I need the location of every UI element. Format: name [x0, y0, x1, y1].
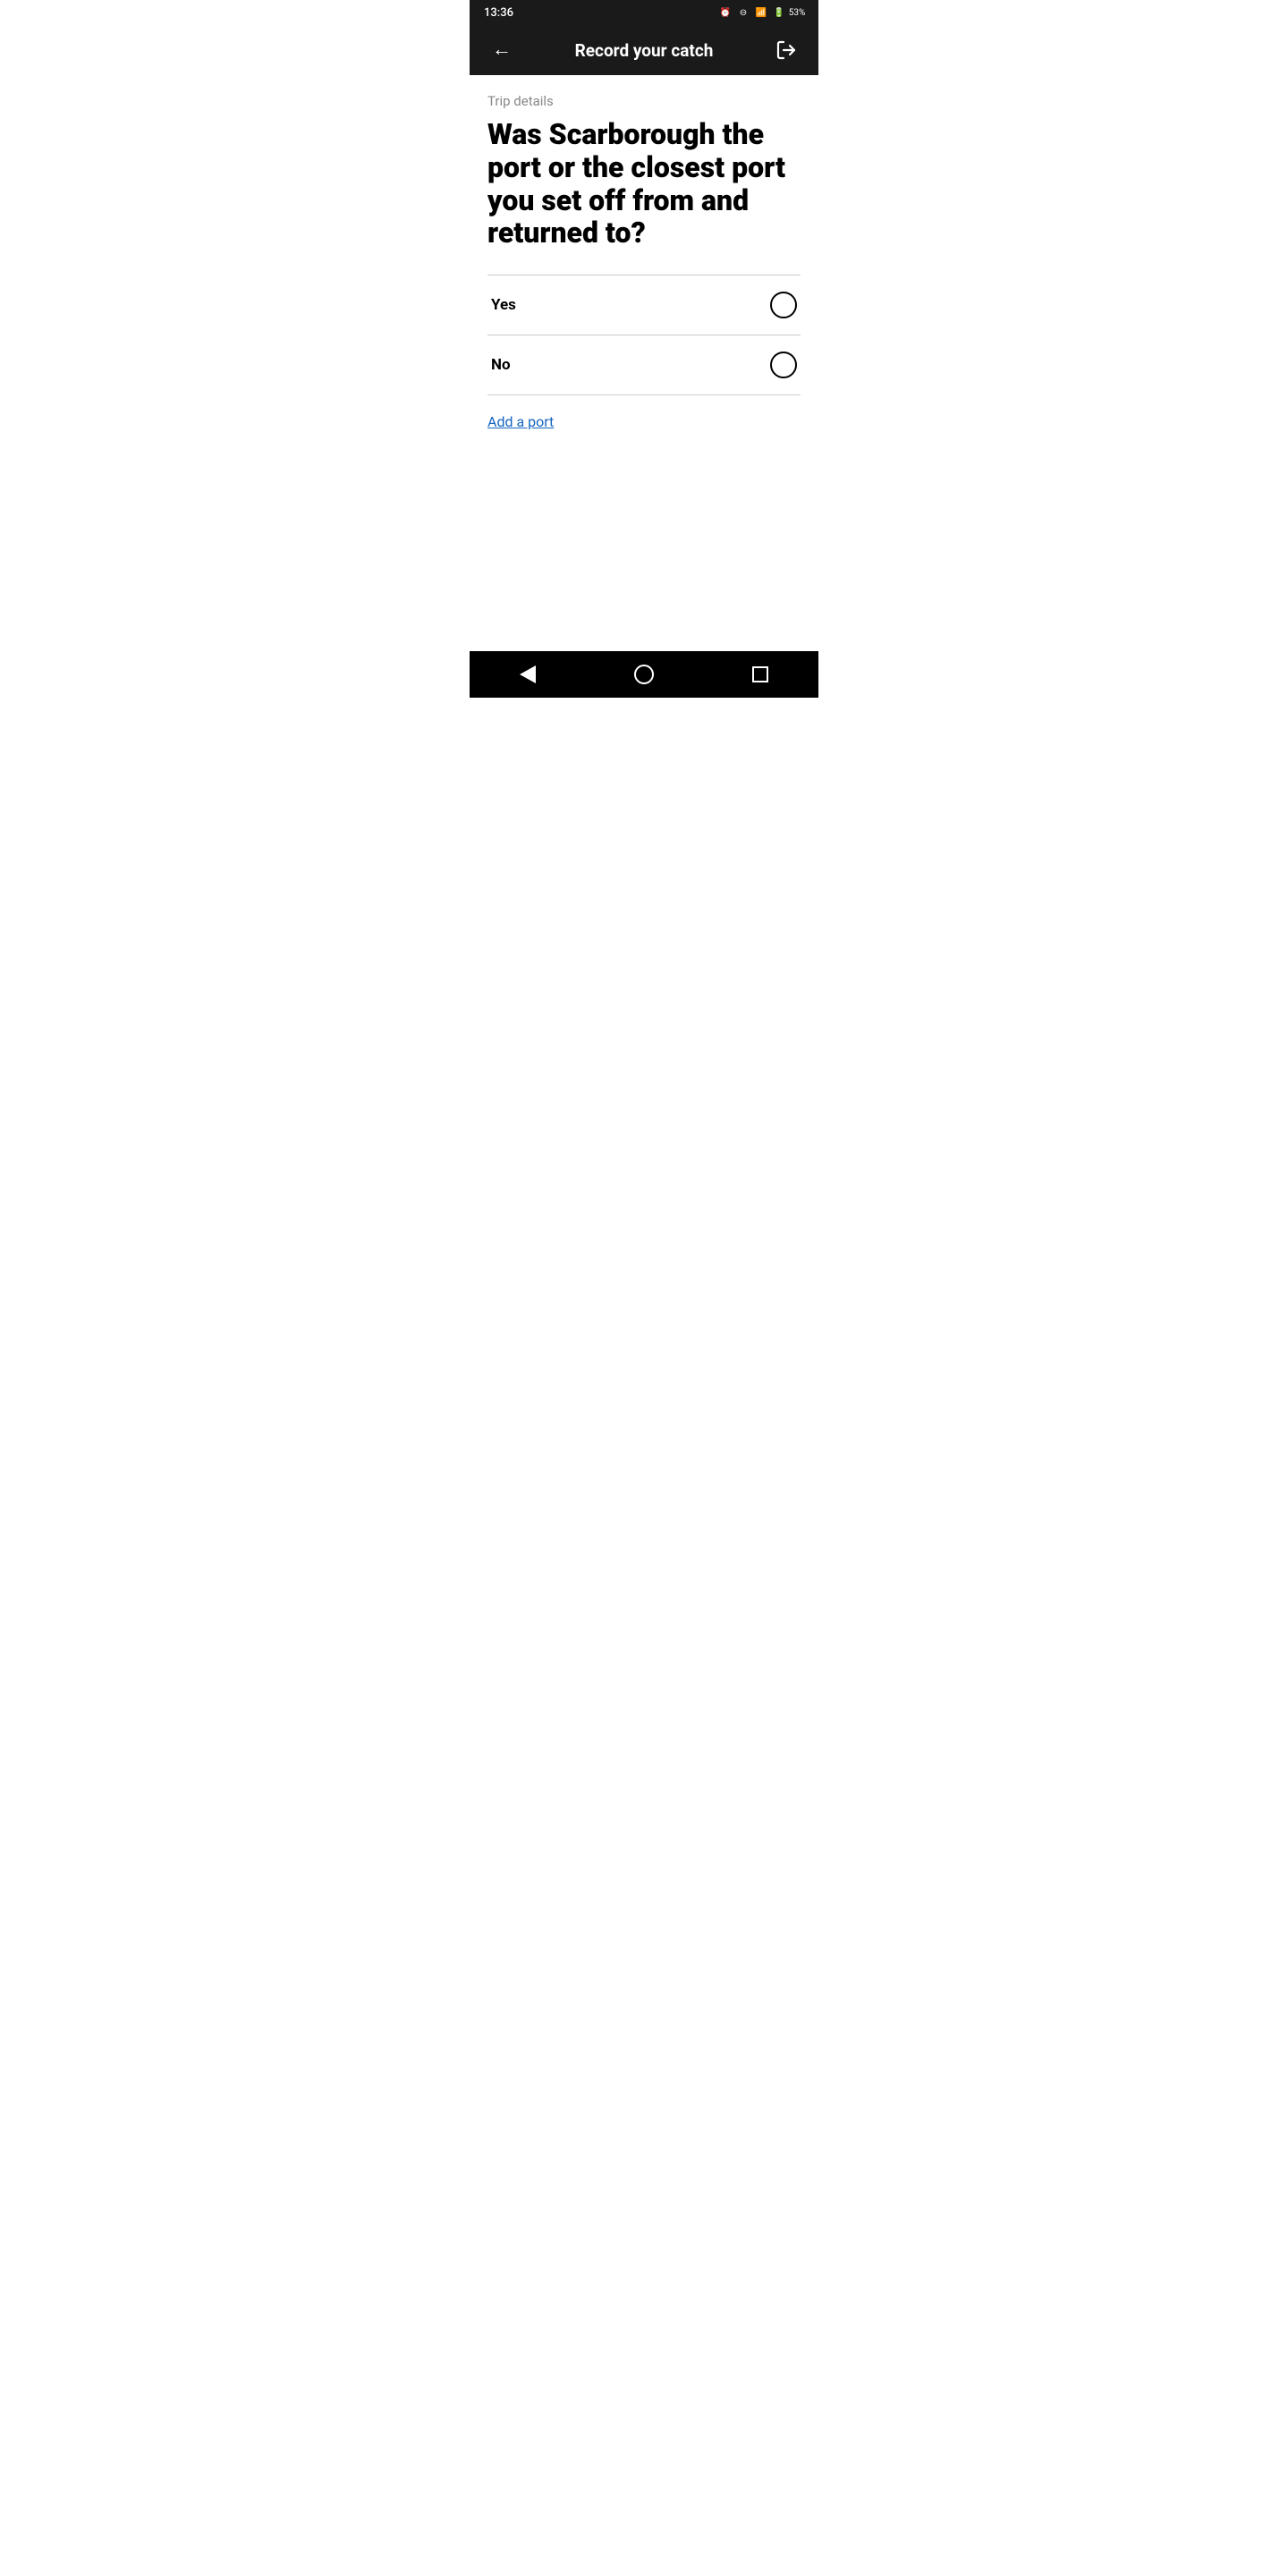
battery-icon: 🔋	[772, 5, 786, 20]
option-no[interactable]: No	[487, 335, 801, 394]
battery-percent: 53%	[790, 5, 804, 20]
nav-title: Record your catch	[520, 40, 768, 61]
bottom-back-icon	[520, 665, 536, 683]
option-yes[interactable]: Yes	[487, 275, 801, 335]
nav-bar: ← Record your catch	[470, 25, 818, 75]
radio-no[interactable]	[770, 352, 797, 378]
status-bar: 13:36 ⏰ ⊖ 📶 🔋 53%	[470, 0, 818, 25]
back-button[interactable]: ←	[484, 32, 520, 68]
divider-bottom	[487, 394, 801, 395]
dnd-icon: ⊖	[736, 5, 750, 20]
section-label: Trip details	[487, 93, 801, 109]
bottom-back-button[interactable]	[505, 652, 550, 697]
question-text: Was Scarborough the port or the closest …	[487, 118, 801, 250]
bottom-home-button[interactable]	[622, 652, 666, 697]
back-arrow-icon: ←	[492, 40, 512, 60]
status-icons: ⏰ ⊖ 📶 🔋 53%	[718, 5, 804, 20]
logout-icon	[775, 39, 797, 61]
logout-button[interactable]	[768, 32, 804, 68]
bottom-home-icon	[634, 665, 654, 684]
bottom-recents-icon	[752, 666, 768, 682]
bottom-nav	[470, 651, 818, 698]
add-port-link[interactable]: Add a port	[487, 413, 554, 430]
bottom-recents-button[interactable]	[738, 652, 783, 697]
status-time: 13:36	[484, 6, 513, 20]
option-yes-label: Yes	[491, 296, 516, 314]
alarm-icon: ⏰	[718, 5, 733, 20]
main-content: Trip details Was Scarborough the port or…	[470, 75, 818, 651]
signal-icon: 📶	[754, 5, 768, 20]
radio-yes[interactable]	[770, 292, 797, 318]
option-no-label: No	[491, 356, 511, 374]
